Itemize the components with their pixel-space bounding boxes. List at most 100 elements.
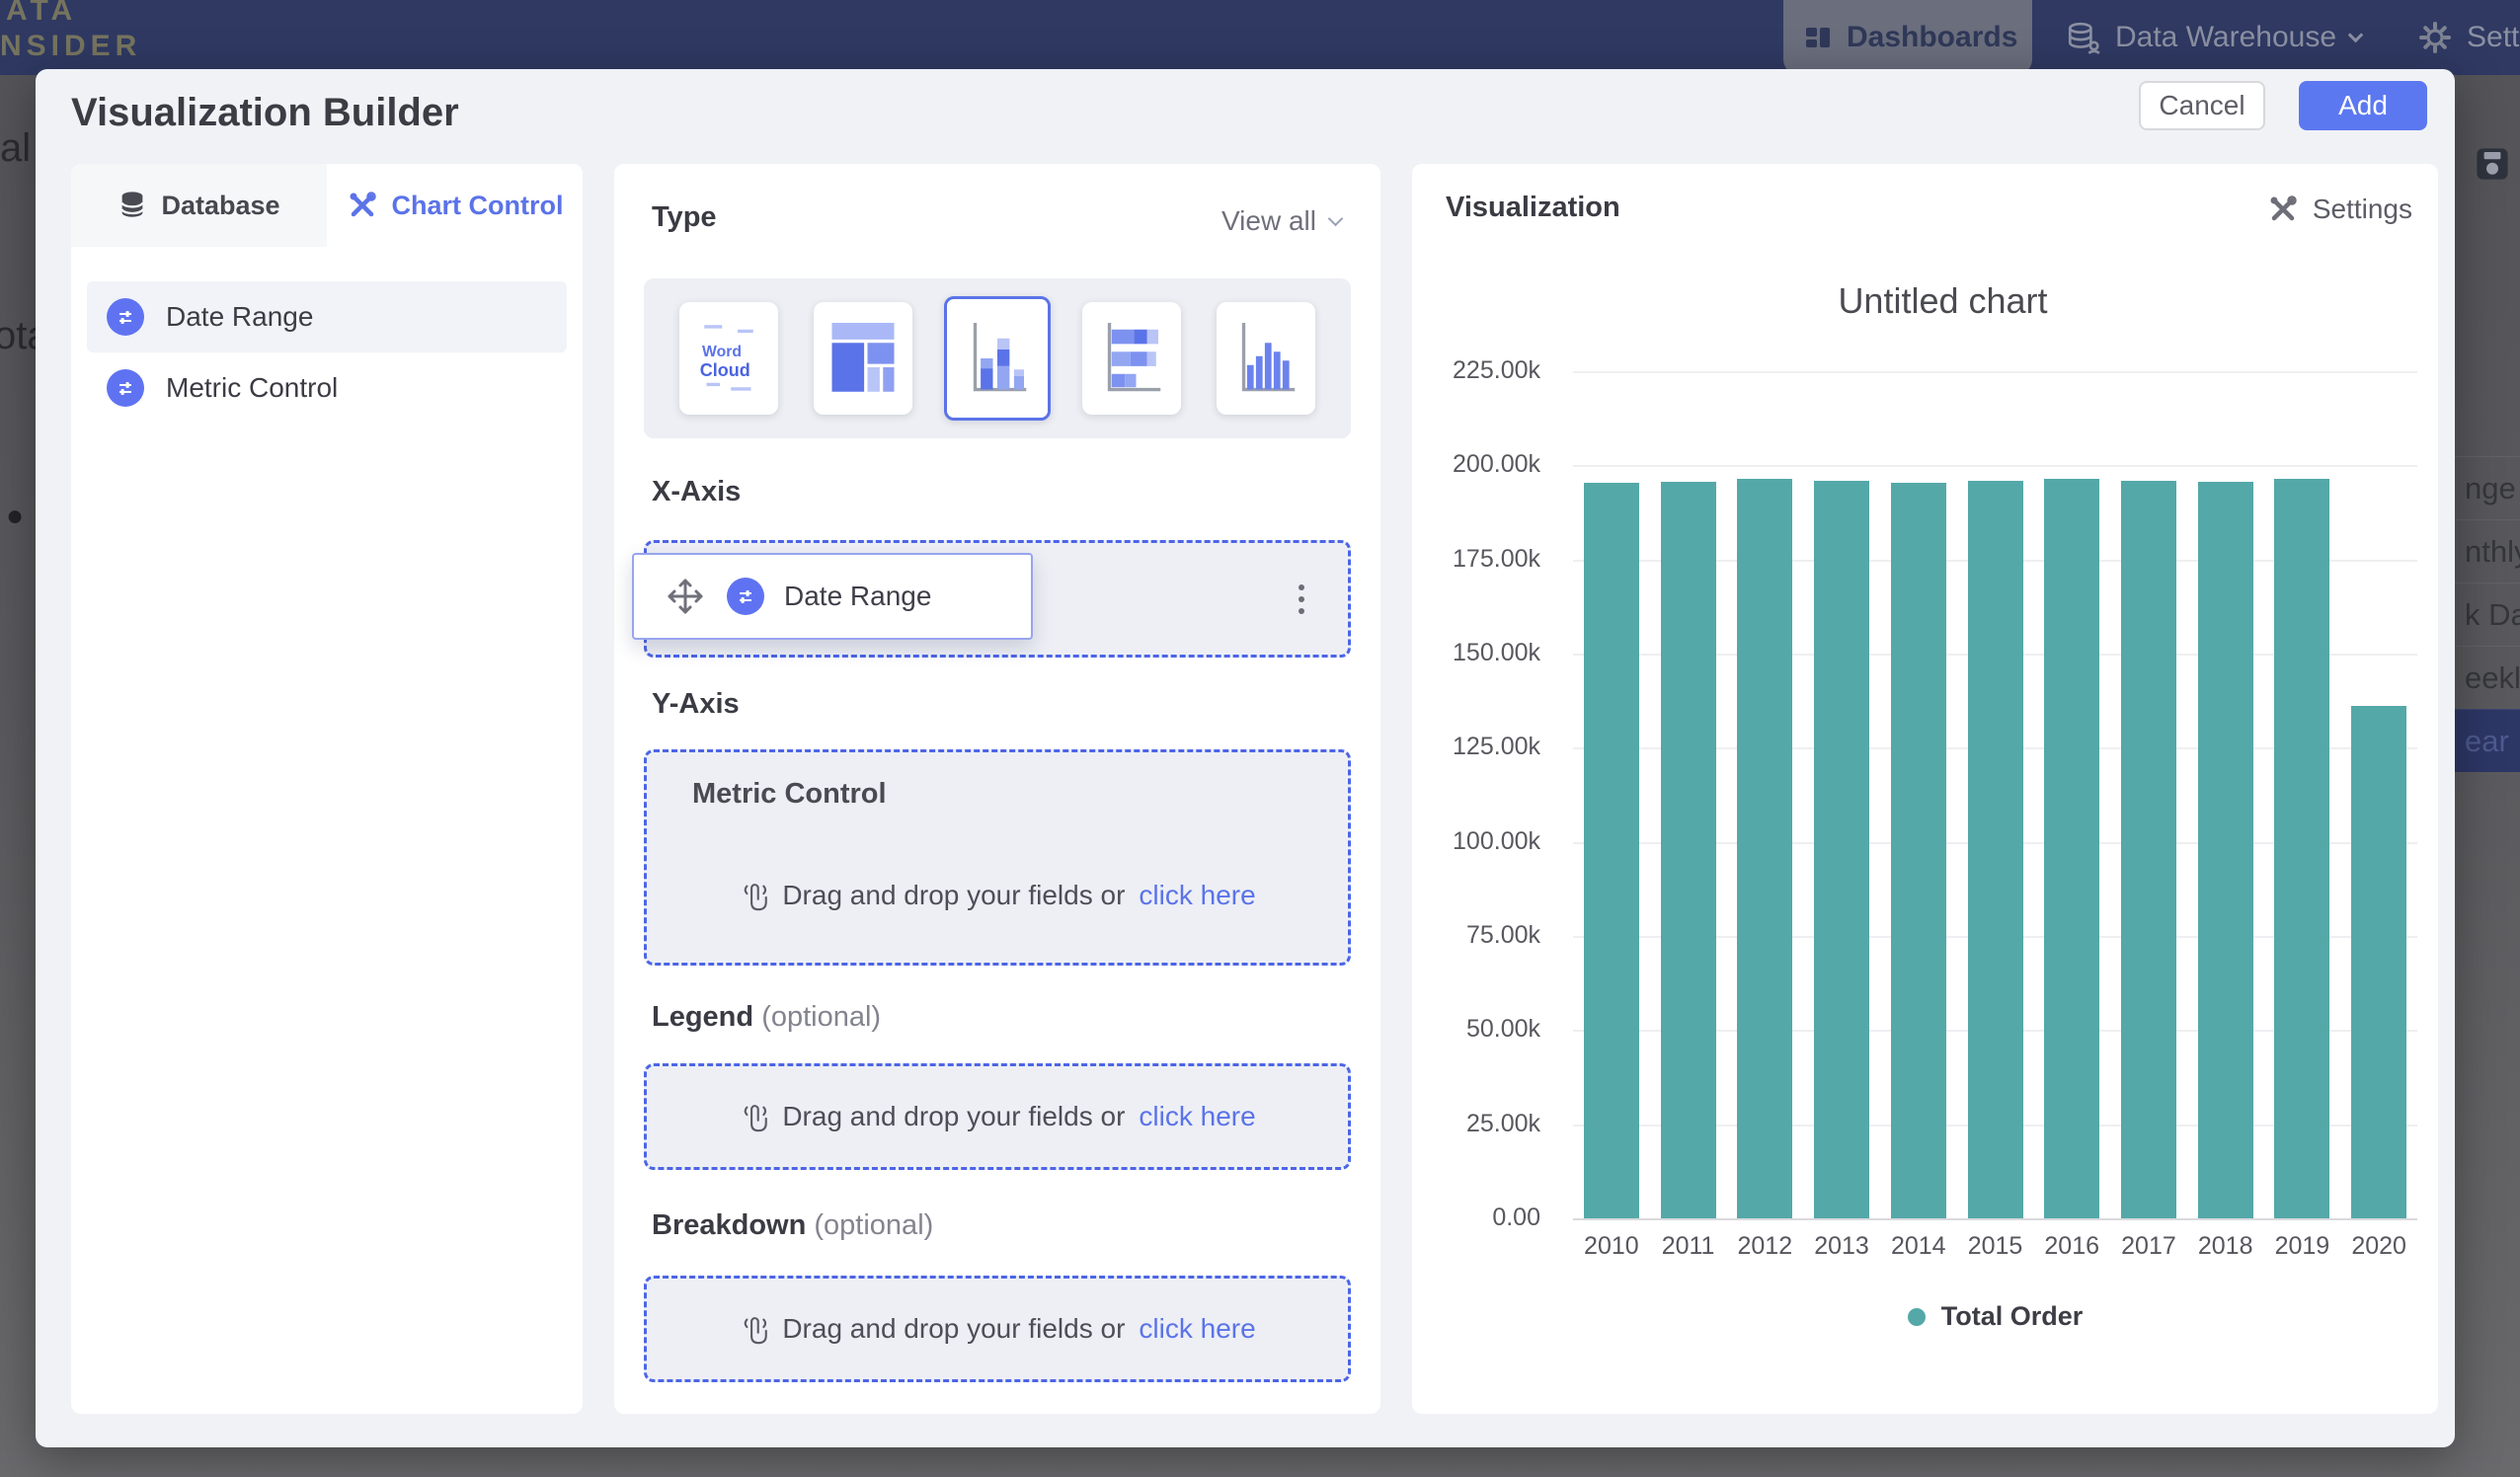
tab-chart-control[interactable]: Chart Control (327, 164, 583, 247)
tools-icon (2267, 194, 2299, 225)
menu-item-fragment[interactable]: nthly (2455, 519, 2520, 583)
view-all-label: View all (1221, 205, 1316, 237)
gear-icon (2417, 20, 2453, 55)
x-tick-label: 2018 (2198, 1232, 2253, 1261)
bar-2013 (1814, 481, 1869, 1218)
app-root: ATA NSIDER Dashboards Data Warehouse (0, 0, 2520, 1477)
dropzone-hint-text: Drag and drop your fields or (782, 880, 1125, 911)
view-all-button[interactable]: View all (1221, 205, 1341, 237)
field-item-label: Date Range (166, 301, 313, 333)
bar-2014 (1891, 483, 1946, 1219)
sliders-icon (727, 578, 764, 615)
x-axis-heading: X-Axis (652, 476, 741, 508)
breakdown-heading: Breakdown (optional) (652, 1209, 933, 1242)
bar-2018 (2198, 482, 2253, 1218)
data-warehouse-icon (2066, 20, 2101, 55)
kebab-menu-icon[interactable] (1299, 584, 1304, 614)
sliders-icon (107, 298, 144, 336)
tools-icon (347, 190, 378, 221)
tab-database-label: Database (161, 191, 279, 221)
bar-2017 (2121, 481, 2176, 1218)
bar-2015 (1968, 481, 2023, 1218)
chart-settings-label: Settings (2313, 194, 2412, 225)
dashboards-grid-icon (1803, 23, 1833, 52)
x-tick-label: 2013 (1814, 1232, 1869, 1261)
type-heading: Type (652, 201, 717, 234)
menu-item-fragment[interactable]: nge (2455, 456, 2520, 519)
y-tick-label: 0.00 (1412, 1204, 1540, 1232)
x-tick-label: 2019 (2275, 1232, 2330, 1261)
tab-chart-control-label: Chart Control (392, 191, 564, 221)
gridline (1573, 465, 2417, 467)
nav-item-data-warehouse[interactable]: Data Warehouse (2066, 0, 2361, 75)
x-tick-label: 2017 (2121, 1232, 2176, 1261)
click-here-link[interactable]: click here (1139, 880, 1255, 911)
y-tick-label: 200.00k (1412, 450, 1540, 479)
nav-item-settings[interactable]: Settin (2417, 0, 2520, 75)
nav-settings-label: Settin (2467, 21, 2520, 54)
y-tick-label: 225.00k (1412, 356, 1540, 385)
y-axis-heading: Y-Axis (652, 688, 740, 721)
chart-type-stacked-bar[interactable] (1082, 302, 1181, 415)
add-button[interactable]: Add (2299, 81, 2427, 130)
x-tick-label: 2020 (2351, 1232, 2406, 1261)
legend-series-label: Total Order (1941, 1301, 2084, 1332)
plot-area: 2010201120122013201420152016201720182019… (1573, 371, 2417, 1218)
bar-2011 (1661, 482, 1716, 1218)
modal-title: Visualization Builder (71, 91, 459, 135)
sliders-icon (107, 369, 144, 407)
chart-type-stacked-column-selected[interactable] (944, 296, 1051, 421)
menu-item-fragment-selected[interactable]: ear (2455, 709, 2520, 772)
chevron-down-icon (2348, 27, 2364, 42)
visualization-builder-modal: Visualization Builder Cancel Add Databas… (36, 69, 2455, 1447)
x-tick-label: 2012 (1738, 1232, 1793, 1261)
background-dropdown-menu: nge nthly k Date eekly ear (2455, 456, 2520, 772)
y-tick-label: 100.00k (1412, 827, 1540, 856)
background-text-fragment: al (0, 126, 31, 171)
builder-panel: Type View all Word Cloud (614, 164, 1380, 1414)
x-tick-label: 2010 (1584, 1232, 1639, 1261)
tap-hand-icon (739, 879, 768, 912)
y-tick-label: 125.00k (1412, 733, 1540, 761)
x-tick-label: 2011 (1662, 1232, 1715, 1261)
breakdown-dropzone[interactable]: Drag and drop your fields or click here (644, 1276, 1351, 1382)
field-item-date-range[interactable]: Date Range (87, 281, 567, 352)
legend-dot (1908, 1308, 1926, 1326)
click-here-link[interactable]: click here (1139, 1313, 1255, 1345)
visualization-heading: Visualization (1446, 192, 1620, 224)
y-axis-group-label: Metric Control (692, 778, 887, 811)
chart-type-treemap[interactable] (814, 302, 912, 415)
tap-hand-icon (739, 1312, 768, 1346)
gridline (1573, 371, 2417, 373)
chart-type-word-cloud[interactable]: Word Cloud (679, 302, 778, 415)
word-cloud-word1: Word (702, 344, 742, 360)
click-here-link[interactable]: click here (1139, 1101, 1255, 1132)
visualization-panel: Visualization Settings Untitled chart 22… (1412, 164, 2438, 1414)
fields-panel-tabs: Database Chart Control (71, 164, 583, 247)
chart-settings-button[interactable]: Settings (2267, 194, 2412, 225)
field-item-metric-control[interactable]: Metric Control (87, 352, 567, 424)
menu-item-fragment[interactable]: eekly (2455, 646, 2520, 709)
bar-2016 (2044, 479, 2099, 1218)
y-tick-label: 75.00k (1412, 921, 1540, 950)
fields-panel: Database Chart Control (71, 164, 583, 1414)
database-icon (118, 190, 147, 221)
nav-dashboards-label: Dashboards (1847, 21, 2017, 54)
nav-tab-dashboards[interactable]: Dashboards (1783, 0, 2032, 75)
nav-data-warehouse-label: Data Warehouse (2115, 21, 2336, 54)
tab-database[interactable]: Database (71, 164, 327, 247)
chevron-down-icon (1328, 210, 1344, 226)
dropzone-hint-text: Drag and drop your fields or (782, 1101, 1125, 1132)
save-icon[interactable] (2475, 146, 2510, 187)
top-navigation-bar: ATA NSIDER Dashboards Data Warehouse (0, 0, 2520, 75)
dragged-field-date-range[interactable]: Date Range (632, 553, 1033, 640)
cancel-button[interactable]: Cancel (2139, 81, 2265, 130)
bar-2019 (2274, 479, 2329, 1218)
legend-dropzone[interactable]: Drag and drop your fields or click here (644, 1063, 1351, 1170)
background-bullet: ● (6, 500, 24, 533)
chart-type-column[interactable] (1217, 302, 1315, 415)
y-tick-label: 175.00k (1412, 545, 1540, 574)
chart-title: Untitled chart (1521, 280, 2365, 322)
menu-item-fragment[interactable]: k Date (2455, 583, 2520, 646)
y-axis-dropzone[interactable]: Metric Control Drag and drop your fields… (644, 749, 1351, 966)
